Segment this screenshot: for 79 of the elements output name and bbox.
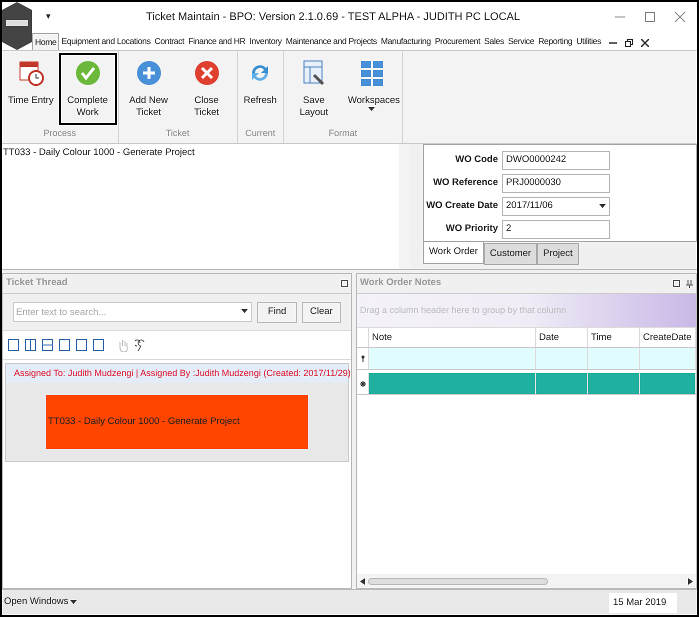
ticket-description: TT033 - Daily Colour 1000 - Generate Project: [2, 146, 196, 160]
ribbon-tab[interactable]: Service: [506, 33, 536, 50]
link-icon[interactable]: [135, 338, 147, 352]
ribbon-tab[interactable]: Manufacturing: [378, 33, 433, 50]
field-label: WO Code: [454, 153, 499, 168]
field-label: WO Create Date: [425, 199, 499, 214]
text-field[interactable]: PRJ0000030: [502, 174, 610, 193]
ribbon-tab[interactable]: Finance and HR: [186, 33, 248, 50]
form-tab[interactable]: Project: [537, 243, 579, 265]
column-header[interactable]: Date: [536, 328, 588, 347]
search-field[interactable]: Enter text to search...: [13, 302, 252, 322]
layout-icon[interactable]: [8, 339, 19, 351]
ribbon-button[interactable]: Add New Ticket: [120, 53, 178, 125]
caret-icon: [599, 204, 606, 209]
open-windows-menu[interactable]: Open Windows: [4, 595, 78, 610]
ribbon-button[interactable]: Close Ticket: [178, 53, 236, 125]
layout-icon[interactable]: [93, 339, 104, 351]
calendar-clock-icon: [16, 59, 45, 87]
ribbon-tab[interactable]: Procurement: [432, 33, 482, 50]
new-row-icon: [360, 380, 366, 386]
form-tab[interactable]: Customer: [484, 243, 538, 265]
field-label: WO Reference: [432, 176, 499, 190]
field-label: WO Priority: [444, 222, 499, 236]
maximize-icon[interactable]: [341, 280, 348, 287]
column-header[interactable]: Time: [588, 328, 640, 347]
app-logo: [2, 2, 32, 50]
text-field[interactable]: 2: [502, 220, 610, 239]
ribbon-tab[interactable]: Home: [32, 33, 60, 50]
close-icon[interactable]: [641, 39, 650, 47]
text-field[interactable]: DWO0000242: [502, 151, 610, 170]
layout-icon[interactable]: [25, 339, 36, 351]
panel-title: Work Order Notes: [360, 276, 442, 290]
window-title: Ticket Maintain - BPO: Version 2.1.0.69 - TEST ALPHA - JUDITH PC LOCAL: [145, 10, 521, 25]
date-dropdown[interactable]: 2017/11/06: [502, 197, 610, 216]
layout-icon[interactable]: [42, 339, 53, 351]
pin-icon[interactable]: [686, 280, 693, 288]
ribbon-button[interactable]: Workspaces: [342, 53, 401, 125]
close-icon: [192, 59, 221, 87]
ribbon-tab[interactable]: Reporting: [536, 33, 574, 50]
group-label: Ticket: [164, 127, 190, 140]
column-header[interactable]: Note: [369, 328, 536, 347]
ribbon-button[interactable]: Refresh: [238, 53, 282, 125]
grid-row[interactable]: [357, 373, 696, 395]
maximize-icon[interactable]: [645, 12, 655, 22]
filter-row-icon: [360, 355, 364, 362]
quick-access-menu[interactable]: ▾: [46, 10, 51, 24]
group-label: Process: [42, 127, 78, 140]
ribbon-tab[interactable]: Sales: [482, 33, 506, 50]
ribbon-button[interactable]: Save Layout: [284, 53, 343, 125]
thread-entry-header: Assigned To: Judith Mudzengi | Assigned By :Judith Mudzengi (Created: 2017/11/29): [14, 366, 351, 380]
toolbar-button[interactable]: Find: [257, 302, 297, 322]
scroll-arrow-icon[interactable]: [360, 578, 365, 584]
check-icon: [74, 59, 102, 87]
ribbon-tab[interactable]: Equipment and Locations: [59, 33, 153, 50]
caret-icon: [241, 309, 248, 314]
restore-icon[interactable]: [625, 39, 634, 47]
ribbon-button[interactable]: Complete Work: [58, 53, 117, 125]
layout-icon[interactable]: [59, 339, 70, 351]
group-label: Format: [328, 127, 358, 140]
ribbon-tab[interactable]: Maintenance and Projects: [284, 33, 379, 50]
caret-icon: [70, 600, 78, 605]
ribbon-tab[interactable]: Contract: [152, 33, 186, 50]
add-icon: [134, 59, 163, 87]
group-label: Current: [244, 127, 276, 140]
thread-entry-text: TT033 - Daily Colour 1000 - Generate Project: [48, 414, 240, 429]
ribbon-button[interactable]: Time Entry: [3, 53, 59, 125]
maximize-icon[interactable]: [673, 280, 680, 286]
form-tab[interactable]: Work Order: [423, 242, 484, 264]
date-field[interactable]: 15 Mar 2019: [609, 592, 677, 612]
layout-icon[interactable]: [76, 339, 87, 351]
toolbar-button[interactable]: Clear: [302, 302, 341, 322]
column-header[interactable]: CreateDate: [640, 328, 696, 347]
ribbon-tab[interactable]: Inventory: [247, 33, 284, 50]
ribbon-tab[interactable]: Utilities: [574, 33, 604, 50]
panel-title: Ticket Thread: [6, 276, 68, 290]
vertical-scrollbar[interactable]: [399, 144, 411, 269]
scroll-arrow-icon[interactable]: [688, 578, 693, 584]
caret-icon: [368, 107, 376, 112]
group-by-hint: Drag a column header here to group by that column: [360, 304, 566, 317]
